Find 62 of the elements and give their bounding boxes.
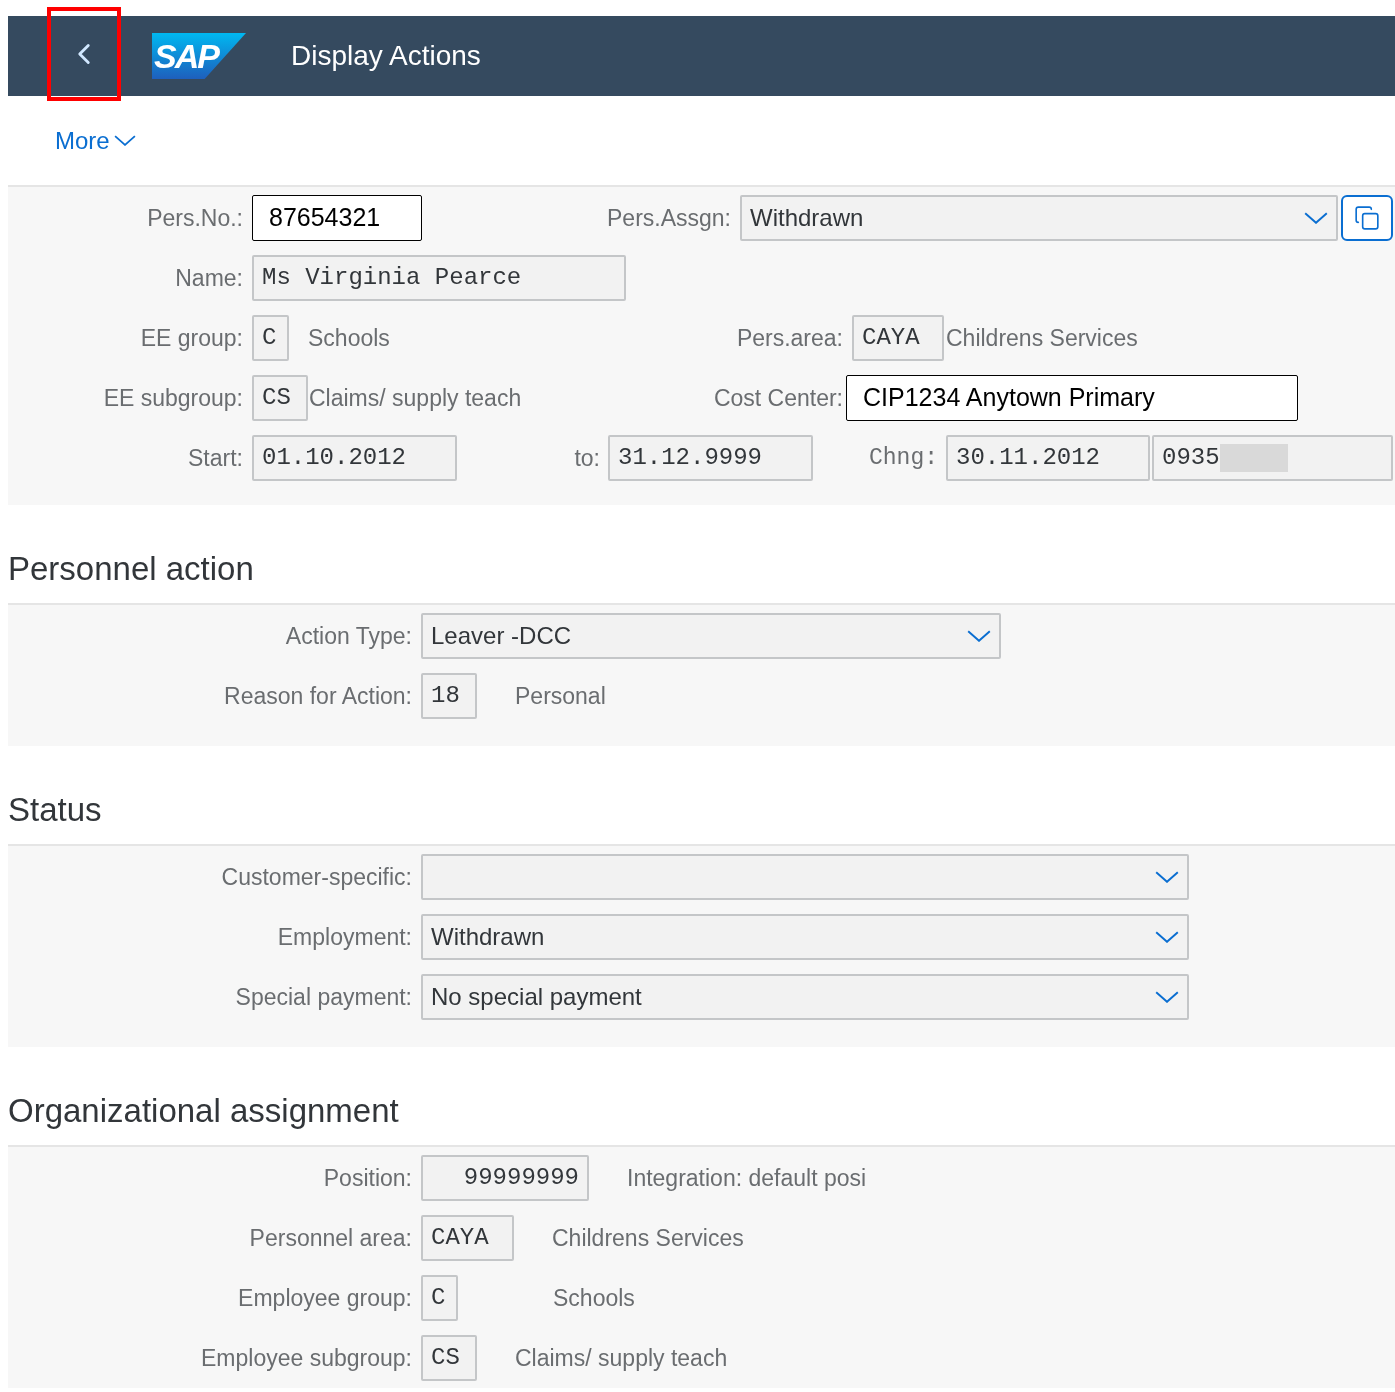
field-label: Cost Center: [712, 383, 843, 413]
input-field[interactable]: 30.11.2012 [946, 435, 1150, 481]
field-label: Employee subgroup: [200, 1343, 412, 1373]
field-label: Pers.area: [735, 323, 843, 353]
chevron-down-icon [1155, 991, 1179, 1003]
more-menu-button[interactable]: More [55, 122, 136, 159]
field-text: Integration: default posi [627, 1163, 867, 1193]
field-text: Childrens Services [552, 1223, 744, 1253]
input-field[interactable]: Ms Virginia Pearce [252, 255, 626, 301]
input-field[interactable]: 31.12.9999 [608, 435, 813, 481]
input-field[interactable]: CS [421, 1335, 477, 1381]
chevron-down-icon [1155, 931, 1179, 943]
section-title: Personnel action [8, 548, 254, 589]
field-label: Action Type: [284, 621, 412, 651]
input-field[interactable]: 01.10.2012 [252, 435, 457, 481]
field-label: Chng: [868, 443, 938, 473]
field-label: Customer-specific: [220, 862, 412, 892]
field-text: Schools [553, 1283, 635, 1313]
field-label: Special payment: [234, 982, 412, 1012]
input-field[interactable]: CAYA [852, 315, 944, 361]
dropdown[interactable]: Leaver -DCC [421, 613, 1001, 659]
redaction-block [1219, 444, 1288, 472]
field-label: EE subgroup: [102, 383, 243, 413]
input-field[interactable]: CAYA [421, 1215, 514, 1261]
chevron-down-icon [1304, 212, 1328, 224]
input-field[interactable]: CS [252, 375, 308, 421]
chevron-down-icon [113, 135, 136, 146]
field-label: Employment: [276, 922, 412, 952]
field-text: Childrens Services [946, 323, 1138, 353]
field-text: Schools [308, 323, 390, 353]
input-field[interactable]: 99999999 [421, 1155, 589, 1201]
input-field[interactable]: 87654321 [252, 195, 422, 241]
field-label: Personnel area: [248, 1223, 412, 1253]
logo: SAP [152, 33, 246, 79]
input-field[interactable]: 0935 [1152, 435, 1393, 481]
dropdown[interactable]: Withdrawn [740, 195, 1338, 241]
copy-icon [1354, 205, 1380, 231]
field-label: Pers.Assgn: [606, 203, 731, 233]
section-title: Status [8, 789, 102, 830]
window-title: Display Actions [291, 39, 481, 73]
section-title: Organizational assignment [8, 1090, 399, 1131]
field-label: Pers.No.: [146, 203, 243, 233]
chevron-down-icon [1155, 871, 1179, 883]
input-field[interactable]: 18 [421, 673, 477, 719]
input-field[interactable]: C [421, 1275, 458, 1321]
dropdown[interactable]: No special payment [421, 974, 1189, 1020]
chevron-down-icon [967, 630, 991, 642]
field-label: Employee group: [237, 1283, 412, 1313]
dropdown[interactable]: Withdrawn [421, 914, 1189, 960]
field-label: Position: [322, 1163, 412, 1193]
field-label: to: [573, 443, 600, 473]
field-text: Claims/ supply teach [515, 1343, 728, 1373]
back-button[interactable] [47, 7, 121, 101]
field-label: Start: [187, 443, 243, 473]
input-field[interactable]: CIP1234 Anytown Primary [846, 375, 1298, 421]
input-field[interactable]: C [252, 315, 289, 361]
field-text: Claims/ supply teach [309, 383, 522, 413]
copy-button[interactable] [1341, 195, 1393, 241]
field-label: Name: [174, 263, 243, 293]
field-label: EE group: [139, 323, 243, 353]
field-label: Reason for Action: [223, 681, 412, 711]
field-text: Personal [515, 681, 606, 711]
